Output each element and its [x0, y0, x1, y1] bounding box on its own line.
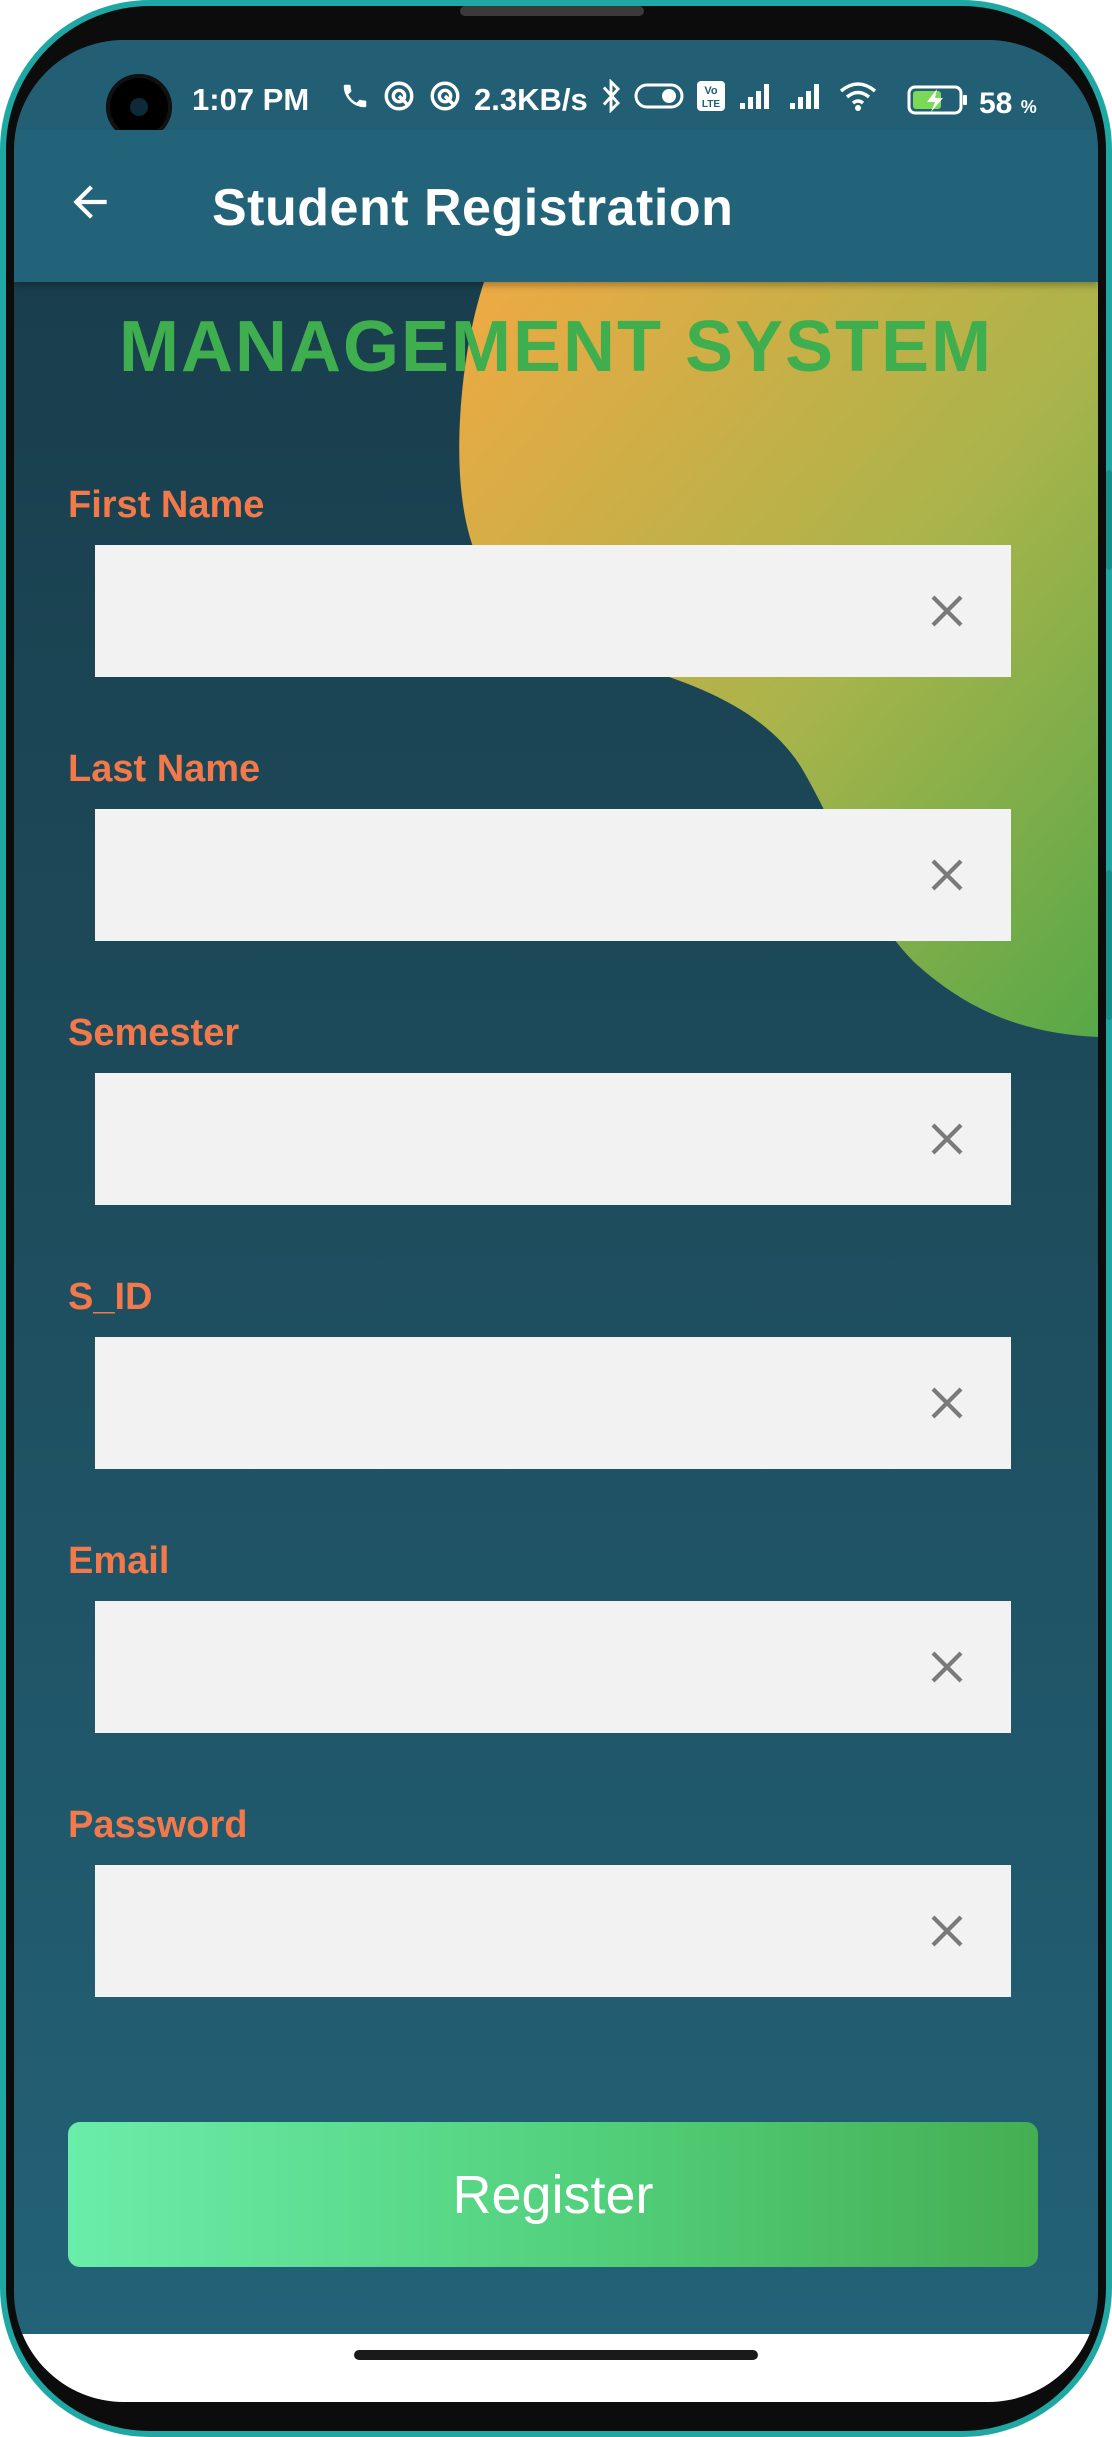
app-bar: Student Registration	[14, 130, 1098, 282]
status-time: 1:07 PM	[192, 82, 310, 117]
hotspot-icon	[382, 79, 416, 121]
svg-text:Vo: Vo	[704, 85, 718, 97]
close-icon[interactable]	[917, 1901, 977, 1961]
signal-icon	[738, 81, 776, 119]
close-icon[interactable]	[917, 845, 977, 905]
close-icon[interactable]	[917, 1109, 977, 1169]
bluetooth-icon	[600, 78, 622, 121]
password-input[interactable]	[95, 1865, 895, 1997]
registration-content: MANAGEMENT SYSTEM First Name Last Name S…	[14, 282, 1098, 2402]
volte-icon: Vo LTE	[696, 80, 726, 120]
phone-screen: 1:07 PM 2.3KB/s Vo LTE 58 % Student Regi…	[14, 40, 1098, 2402]
hotspot-icon	[428, 79, 462, 121]
student-id-label: S_ID	[68, 1276, 153, 1318]
toggle-icon	[634, 82, 684, 118]
password-label: Password	[68, 1804, 248, 1846]
arrow-left-icon	[65, 177, 115, 232]
close-icon[interactable]	[917, 1637, 977, 1697]
email-field[interactable]	[95, 1601, 1011, 1733]
battery-charging-icon	[907, 84, 969, 124]
battery-percent: 58 %	[979, 87, 1037, 120]
student-id-field[interactable]	[95, 1337, 1011, 1469]
decorative-blob	[459, 282, 1098, 1037]
email-label: Email	[68, 1540, 170, 1582]
last-name-input[interactable]	[95, 809, 895, 941]
first-name-label: First Name	[68, 484, 265, 526]
wifi-icon	[838, 80, 878, 120]
first-name-field[interactable]	[95, 545, 1011, 677]
navigation-bar	[14, 2334, 1098, 2402]
power-button	[1106, 870, 1112, 1020]
brand-heading: MANAGEMENT SYSTEM	[118, 307, 994, 387]
battery-indicator: 58 %	[907, 84, 1037, 124]
last-name-label: Last Name	[68, 748, 261, 790]
semester-label: Semester	[68, 1012, 240, 1054]
page-title: Student Registration	[212, 179, 734, 237]
phone-icon	[340, 81, 370, 119]
back-button[interactable]	[58, 172, 122, 236]
email-input[interactable]	[95, 1601, 895, 1733]
password-field[interactable]	[95, 1865, 1011, 1997]
last-name-field[interactable]	[95, 809, 1011, 941]
semester-field[interactable]	[95, 1073, 1011, 1205]
status-bar: 1:07 PM 2.3KB/s Vo LTE 58 %	[14, 40, 1098, 140]
network-speed: 2.3KB/s	[474, 82, 588, 117]
svg-text:LTE: LTE	[702, 99, 720, 110]
home-indicator[interactable]	[354, 2350, 758, 2360]
student-id-input[interactable]	[95, 1337, 895, 1469]
close-icon[interactable]	[917, 581, 977, 641]
semester-input[interactable]	[95, 1073, 895, 1205]
signal-icon	[788, 81, 826, 119]
close-icon[interactable]	[917, 1373, 977, 1433]
status-icons: 2.3KB/s Vo LTE	[340, 78, 878, 121]
first-name-input[interactable]	[95, 545, 895, 677]
volume-button	[1106, 470, 1112, 570]
speaker-grille	[460, 6, 644, 16]
register-button[interactable]: Register	[68, 2122, 1038, 2267]
